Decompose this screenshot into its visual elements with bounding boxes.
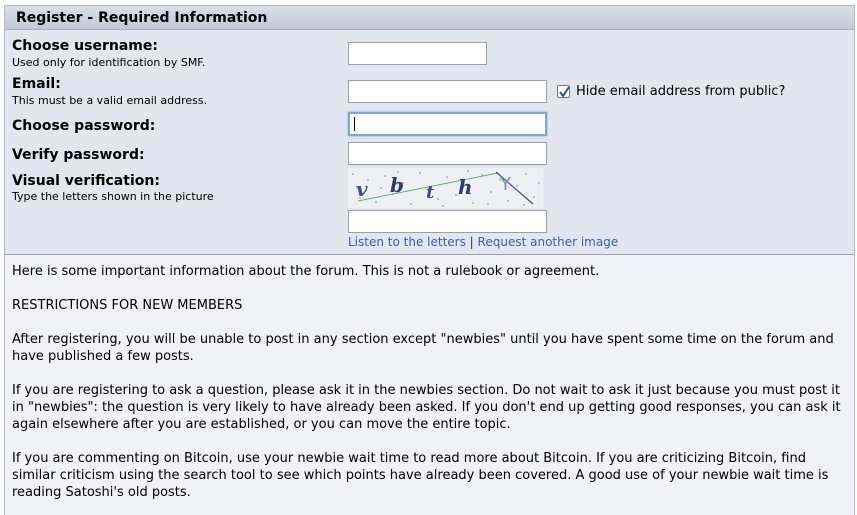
- visual-verification-hint: Type the letters shown in the picture: [12, 190, 214, 203]
- password-field[interactable]: [348, 112, 547, 136]
- hide-email-checkbox[interactable]: [557, 85, 570, 98]
- checkmark-icon: [559, 86, 570, 98]
- text-caret: [354, 117, 355, 131]
- info-paragraph: If you are registering to ask a question…: [12, 383, 841, 432]
- username-field[interactable]: [348, 42, 487, 65]
- verification-code-field[interactable]: [348, 210, 547, 233]
- visual-verification-label: Visual verification:: [12, 173, 160, 189]
- captcha-image: v b t h Y: [348, 168, 543, 208]
- email-label: Email:: [12, 76, 61, 92]
- panel-title: Register - Required Information: [16, 10, 268, 26]
- captcha-letter: h: [458, 175, 473, 199]
- info-paragraph: If you are commenting on Bitcoin, use yo…: [12, 451, 829, 500]
- info-paragraph: After registering, you will be unable to…: [12, 332, 834, 364]
- captcha-letter: Y: [499, 174, 512, 195]
- hide-email-label[interactable]: Hide email address from public?: [576, 84, 785, 99]
- registration-panel: Register - Required Information Choose u…: [4, 5, 855, 515]
- captcha-letter: b: [390, 173, 404, 197]
- forum-info: Here is some important information about…: [5, 255, 854, 515]
- info-heading: RESTRICTIONS FOR NEW MEMBERS: [12, 298, 243, 313]
- info-paragraph: Here is some important information about…: [12, 264, 600, 279]
- panel-header: Register - Required Information: [5, 6, 854, 30]
- username-label: Choose username:: [12, 38, 158, 54]
- username-hint: Used only for identification by SMF.: [12, 56, 206, 69]
- captcha-letter: t: [426, 182, 435, 203]
- verify-password-field[interactable]: [348, 142, 547, 165]
- password-label: Choose password:: [12, 118, 156, 134]
- registration-form: Choose username: Used only for identific…: [5, 30, 854, 255]
- captcha-links: Listen to the letters | Request another …: [348, 235, 618, 249]
- verify-password-label: Verify password:: [12, 147, 145, 163]
- link-separator: |: [469, 235, 474, 249]
- email-field[interactable]: [348, 80, 547, 103]
- email-hint: This must be a valid email address.: [12, 94, 208, 107]
- captcha-letter: v: [356, 177, 368, 201]
- listen-letters-link[interactable]: Listen to the letters: [348, 235, 466, 249]
- request-image-link[interactable]: Request another image: [478, 235, 619, 249]
